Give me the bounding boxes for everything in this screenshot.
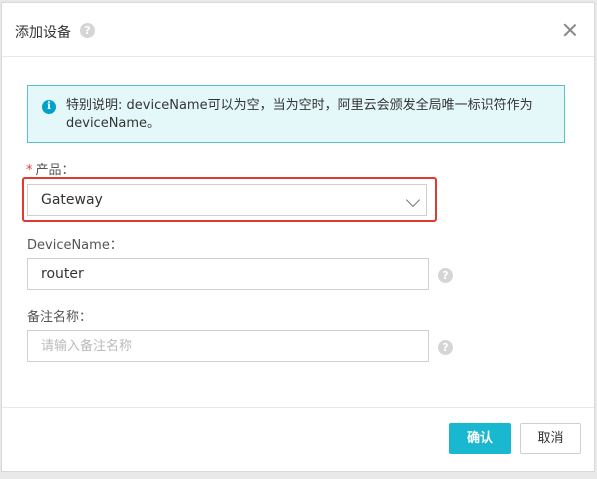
add-device-dialog: 添加设备 ? i 特别说明: deviceName可以为空，当为空时，阿里云会颁… [1,2,595,472]
required-mark: * [26,163,33,178]
confirm-button[interactable]: 确认 [449,423,511,454]
close-icon[interactable] [562,22,578,38]
remark-input[interactable]: 请输入备注名称 [27,330,429,362]
notice-box: i 特别说明: deviceName可以为空，当为空时，阿里云会颁发全局唯一标识… [27,85,565,143]
notice-text: 特别说明: deviceName可以为空，当为空时，阿里云会颁发全局唯一标识符作… [66,98,533,131]
remark-label: 备注名称： [27,310,93,325]
product-select-value: Gateway [41,192,103,208]
dialog-header: 添加设备 ? [2,3,594,57]
chevron-down-icon [405,192,421,208]
footer-divider [2,407,594,408]
device-name-help-icon[interactable]: ? [438,268,453,283]
product-label-text: 产品： [35,163,75,178]
product-select[interactable]: Gateway [27,184,427,216]
remark-help-icon[interactable]: ? [438,340,453,355]
remark-placeholder: 请输入备注名称 [41,339,133,354]
product-label: * 产品： [26,159,75,178]
device-name-label: DeviceName： [27,238,123,253]
title-help-icon[interactable]: ? [80,23,95,38]
dialog-title: 添加设备 [15,25,71,41]
cancel-button[interactable]: 取消 [520,423,581,454]
device-name-value: router [41,266,84,282]
info-icon: i [42,100,56,114]
device-name-input[interactable]: router [27,258,429,290]
